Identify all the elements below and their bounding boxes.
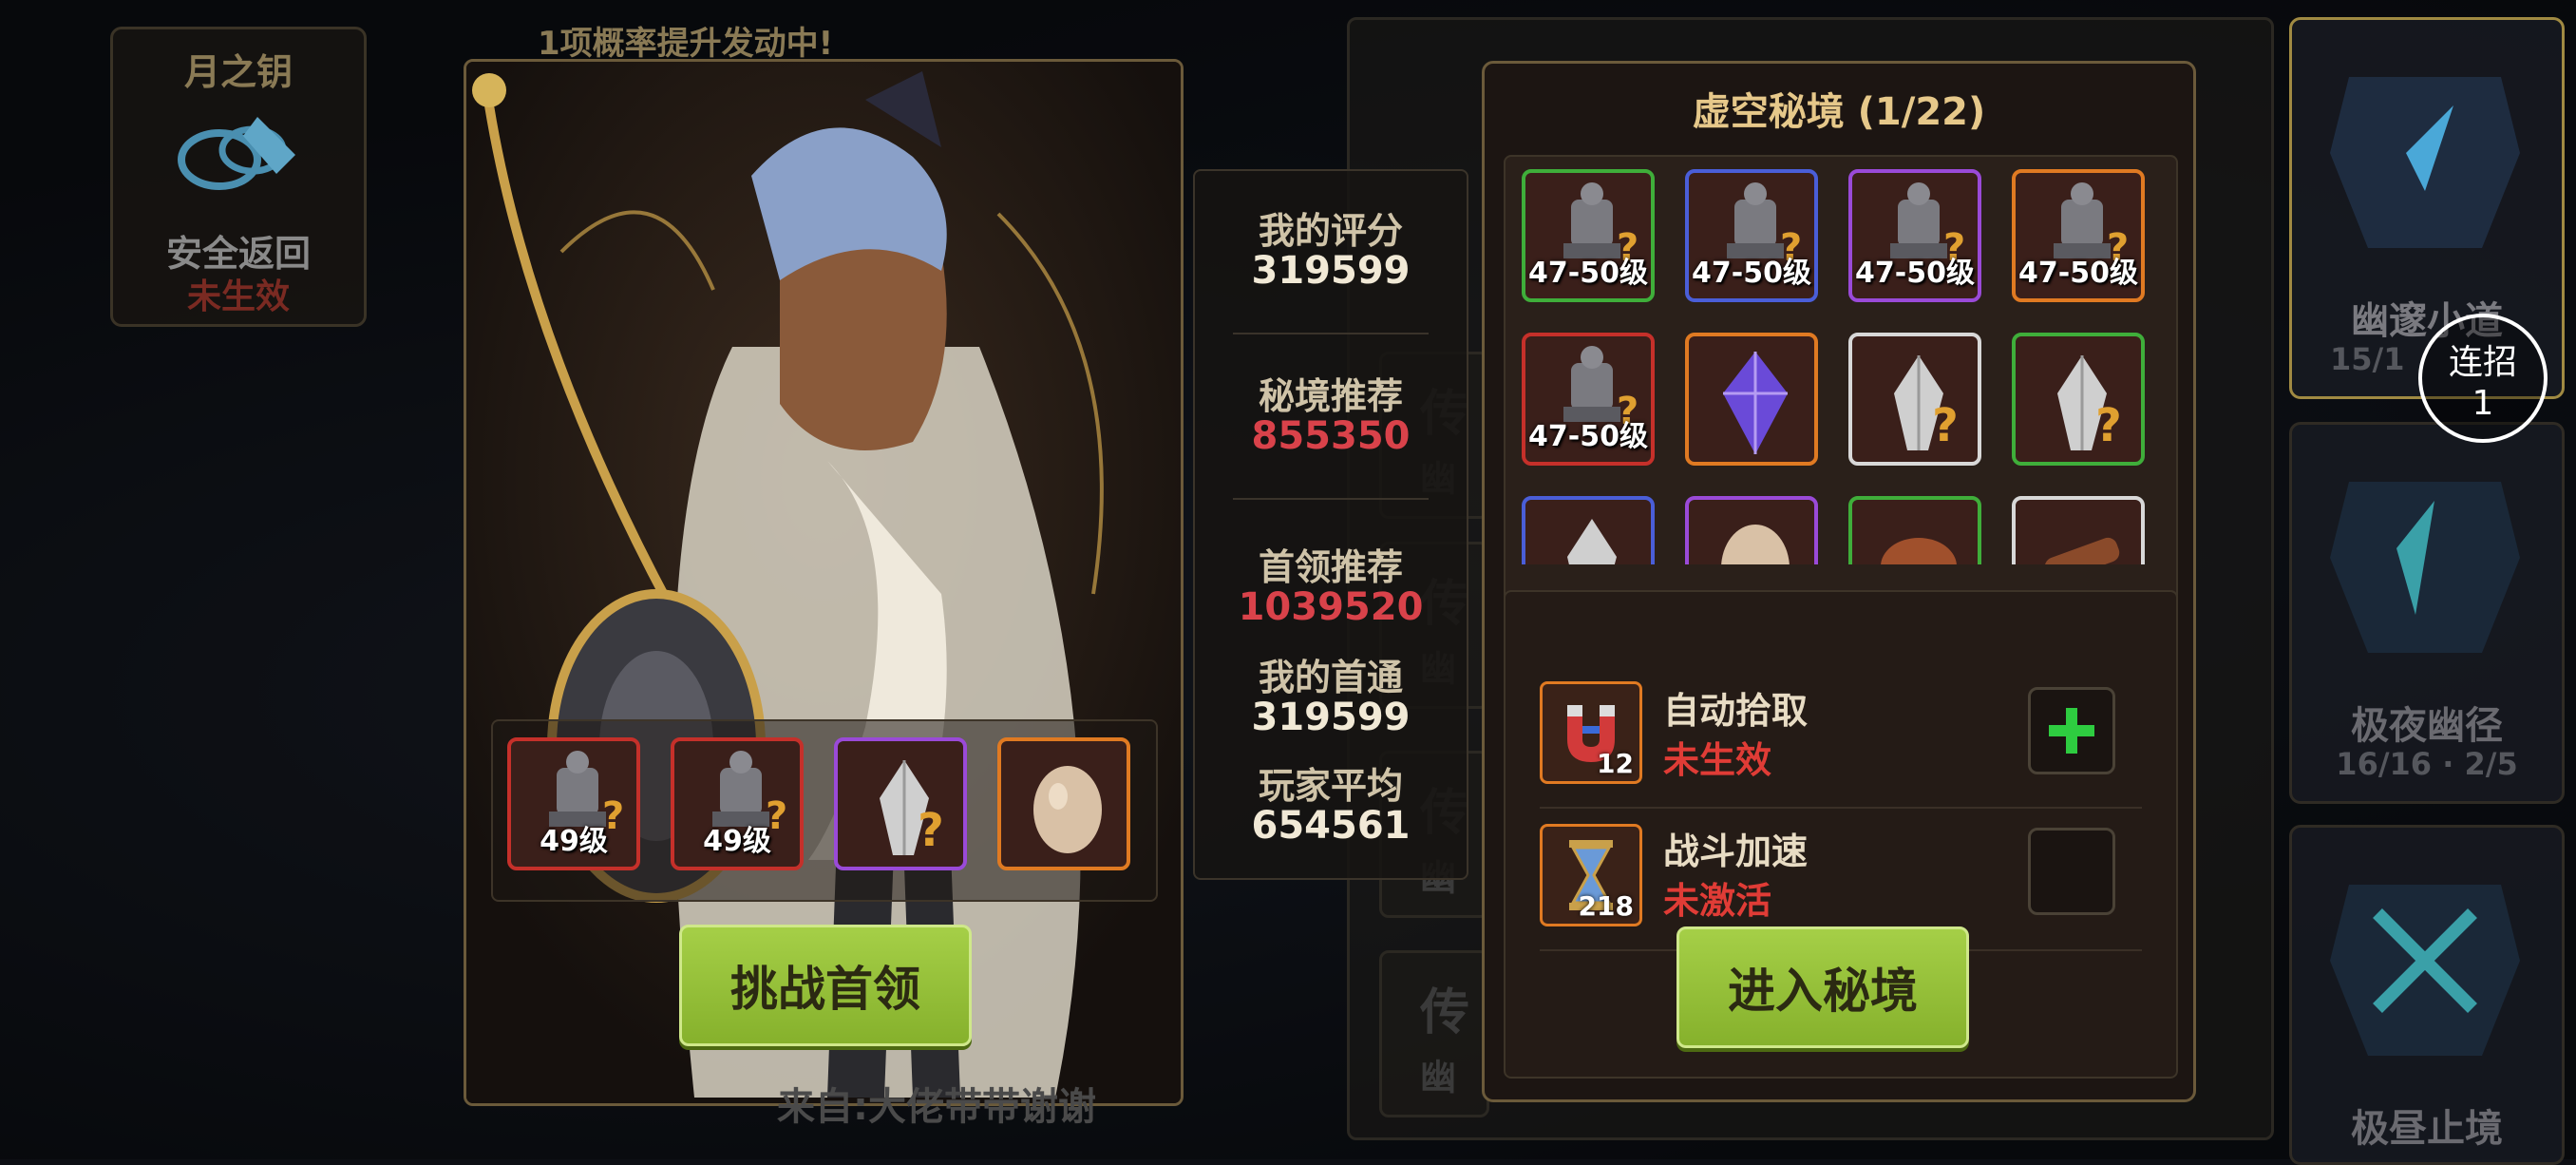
my-score-label: 我的评分 — [1258, 210, 1403, 252]
meat-icon — [1881, 538, 1957, 564]
realm-reward-slot[interactable] — [1685, 333, 1818, 466]
stats-divider — [1233, 498, 1429, 500]
mystery-crystal-icon — [1567, 519, 1617, 564]
boss-panel: 挑战首领 — [464, 59, 1184, 1106]
realm-reward-slot[interactable] — [1685, 496, 1818, 564]
combo-count: 1 — [2472, 384, 2494, 423]
background-panel-4: 传 幽 — [1379, 950, 1489, 1117]
boss-loot-slot-1[interactable]: ? 49级 — [507, 737, 640, 870]
purple-gem-icon — [1723, 352, 1788, 454]
mystery-crystal-icon: ? — [2057, 355, 2122, 452]
realm-reward-slot-label: 47-50级 — [1855, 257, 1975, 290]
egg-icon — [1033, 766, 1102, 853]
probability-banner: 1项概率提升发动中! — [538, 25, 834, 63]
realm-recommend-value: 855350 — [1251, 414, 1411, 458]
realm-reward-slot[interactable]: ? — [1848, 333, 1981, 466]
moon-key-title: 月之钥 — [183, 51, 293, 93]
player-average-label: 玩家平均 — [1258, 765, 1403, 807]
combo-counter[interactable]: 连招 1 — [2418, 314, 2548, 443]
boss-recommend-value: 1039520 — [1238, 585, 1424, 629]
realm-reward-slot-label: 47-50级 — [1692, 257, 1811, 290]
realm-reward-slot[interactable]: ? 47-50级 — [1848, 169, 1981, 302]
realm-reward-slot-label: 47-50级 — [1528, 257, 1648, 290]
svg-text:?: ? — [1932, 399, 1959, 452]
combo-label: 连招 — [2448, 343, 2517, 382]
stage-emblem-icon — [2330, 482, 2520, 653]
stage-emblem-icon — [2330, 885, 2520, 1056]
my-first-clear-value: 319599 — [1251, 696, 1411, 739]
my-first-clear-label: 我的首通 — [1258, 657, 1403, 698]
my-score-value: 319599 — [1251, 249, 1411, 293]
chat-bottom-note: 来自:大佬带带谢谢 — [777, 1085, 1096, 1129]
realm-reward-slot-label: 47-50级 — [1528, 420, 1648, 453]
auto-pickup-item[interactable]: 12 — [1540, 681, 1642, 784]
auto-pickup-label: 自动拾取 — [1663, 690, 1809, 732]
stats-panel: 我的评分 319599 秘境推荐 855350 首领推荐 1039520 我的首… — [1193, 169, 1468, 880]
stage-card-3-name: 极昼止境 — [2351, 1107, 2503, 1151]
moon-key-icon — [178, 117, 295, 190]
background-panel-4-label: 传 — [1420, 984, 1470, 1041]
battle-speed-count: 218 — [1578, 890, 1634, 922]
svg-text:?: ? — [918, 804, 944, 857]
realm-title: 虚空秘境 (1/22) — [1692, 90, 1986, 134]
boss-loot-slot-3[interactable]: ? — [834, 737, 967, 870]
battle-speed-label: 战斗加速 — [1663, 831, 1809, 872]
realm-reward-slot[interactable]: ? 47-50级 — [1685, 169, 1818, 302]
moon-key-card[interactable]: 月之钥 安全返回 未生效 — [110, 27, 367, 327]
stage-card-2[interactable]: 极夜幽径 16/16 · 2/5 — [2289, 422, 2565, 804]
realm-reward-slot[interactable] — [2012, 496, 2145, 564]
enter-realm-button[interactable]: 进入秘境 — [1676, 926, 1969, 1048]
egg-icon — [1721, 525, 1790, 564]
mystery-crystal-icon: ? — [880, 760, 944, 857]
realm-reward-slot-label: 47-50级 — [2018, 257, 2138, 290]
moon-key-status: 未生效 — [186, 277, 290, 316]
battle-speed-status: 未激活 — [1663, 880, 1772, 922]
realm-grid-clip: ? 47-50级 ? 47-50级 ? 47-50级 ? 47-50级 ? 47… — [1503, 154, 2173, 564]
realm-reward-slot[interactable]: ? 47-50级 — [2012, 169, 2145, 302]
mystery-crystal-icon: ? — [1894, 355, 1959, 452]
background-panel-4-sub: 幽 — [1420, 1057, 1457, 1098]
battle-speed-item[interactable]: 218 — [1540, 824, 1642, 926]
challenge-boss-button[interactable]: 挑战首领 — [679, 925, 972, 1046]
realm-recommend-label: 秘境推荐 — [1258, 375, 1403, 417]
wood-icon — [2044, 537, 2120, 564]
svg-text:?: ? — [2095, 399, 2122, 452]
stage-card-2-progress: 16/16 · 2/5 — [2336, 746, 2518, 782]
stage-card-3[interactable]: 极昼止境 — [2289, 825, 2565, 1165]
boss-loot-slot-1-label: 49级 — [540, 825, 608, 858]
boss-loot-slot-2-label: 49级 — [703, 825, 771, 858]
plus-icon — [2049, 708, 2094, 754]
stats-divider — [1233, 333, 1429, 334]
stage-card-2-name: 极夜幽径 — [2351, 704, 2503, 748]
stage-emblem-icon — [2330, 77, 2520, 248]
boss-loot-slot-2[interactable]: ? 49级 — [671, 737, 804, 870]
realm-reward-slot[interactable]: ? 47-50级 — [1522, 169, 1655, 302]
battle-speed-toggle[interactable] — [2028, 828, 2115, 915]
boss-recommend-label: 首领推荐 — [1258, 546, 1403, 588]
boss-loot-slot-4[interactable] — [997, 737, 1130, 870]
auto-pickup-status: 未生效 — [1663, 739, 1772, 781]
realm-reward-slot[interactable] — [1848, 496, 1981, 564]
options-divider — [1540, 807, 2142, 809]
realm-reward-slot[interactable]: ? — [2012, 333, 2145, 466]
realm-reward-slot[interactable] — [1522, 496, 1655, 564]
player-average-value: 654561 — [1251, 804, 1411, 848]
auto-pickup-add-button[interactable] — [2028, 687, 2115, 774]
realm-reward-slot[interactable]: ? 47-50级 — [1522, 333, 1655, 466]
auto-pickup-count: 12 — [1597, 748, 1634, 779]
